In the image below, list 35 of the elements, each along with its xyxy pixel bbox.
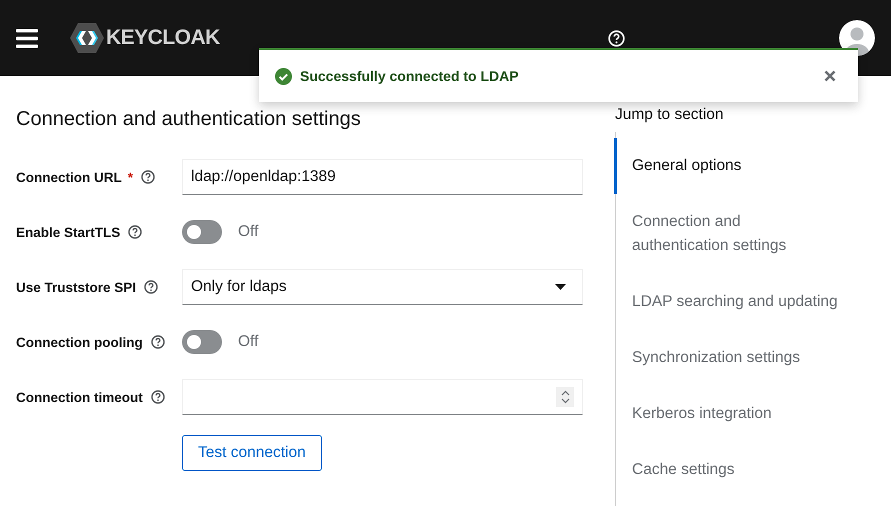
check-circle-icon [275,68,292,84]
select-dropdown[interactable]: Only for ldaps [182,269,583,305]
caret-icon [555,284,566,290]
url-field[interactable]: ldap://openldap:1389 [182,159,583,195]
jump-link[interactable]: General options [614,138,854,194]
test-connection-button[interactable]: Test connection [182,435,322,471]
help-icon[interactable] [141,170,156,184]
help-icon[interactable] [144,280,158,294]
field-label: Connection pooling [16,335,143,350]
field-label: Connection timeout [16,390,143,405]
toggle-state-text: Off [238,223,258,241]
required-mark: * [128,170,134,185]
number-field[interactable] [182,379,583,415]
alert-message: Successfully connected to LDAP [300,68,520,84]
logo-text: KEYCLOAK [106,26,220,50]
jump-link[interactable]: Connection and authentication settings [614,194,854,274]
menu-icon[interactable] [16,28,38,48]
help-icon[interactable] [128,225,142,239]
field-label: Enable StartTLS [16,225,120,240]
help-icon[interactable] [150,335,165,349]
spinner-icon[interactable] [560,390,570,404]
help-icon[interactable] [150,390,165,404]
field-label: Connection URL [16,170,122,185]
section-heading: Connection and authentication settings [16,107,361,131]
jump-link[interactable]: LDAP searching and updating [614,274,854,330]
jump-link[interactable]: Cache settings [614,442,854,498]
logo-icon [70,23,104,53]
field-label: Use Truststore SPI [16,280,136,295]
jump-to-section-title: Jump to section [615,105,725,125]
close-button[interactable] [824,70,836,82]
jump-link[interactable]: Synchronization settings [614,330,854,386]
toggle-state-text: Off [238,333,258,351]
jump-link[interactable]: Kerberos integration [614,386,854,442]
toggle-switch[interactable] [182,330,222,354]
toggle-switch[interactable] [182,220,222,244]
